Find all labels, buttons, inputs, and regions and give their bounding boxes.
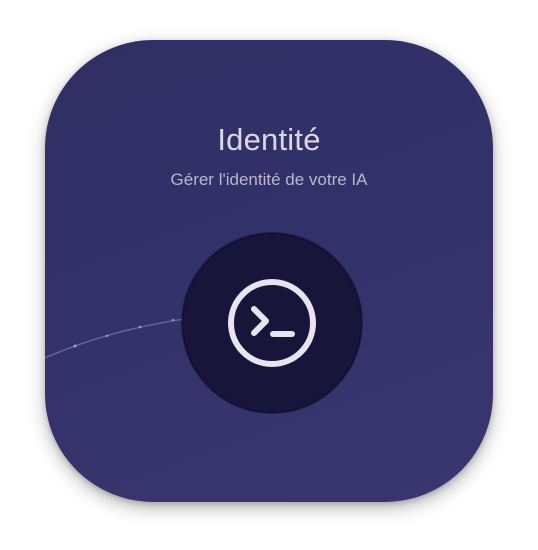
identity-card[interactable]: Identité Gérer l'identité de votre IA bbox=[45, 40, 493, 502]
terminal-button[interactable] bbox=[182, 233, 362, 413]
widget-stage: Identité Gérer l'identité de votre IA bbox=[0, 0, 538, 550]
card-subtitle: Gérer l'identité de votre IA bbox=[170, 170, 368, 189]
card-title: Identité bbox=[217, 122, 321, 157]
terminal-icon bbox=[228, 279, 316, 367]
